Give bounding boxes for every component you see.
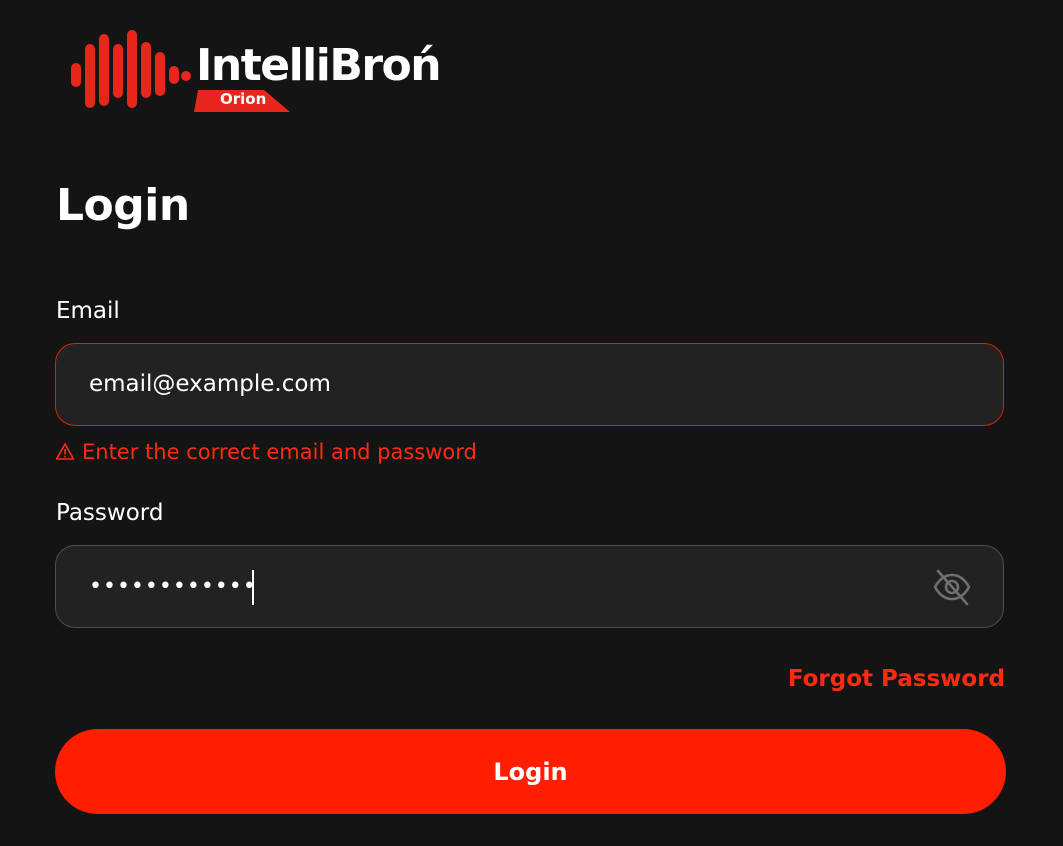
password-label: Password — [56, 500, 164, 526]
warning-triangle-icon — [55, 443, 75, 460]
eye-off-icon[interactable] — [931, 566, 973, 608]
login-page: IntelliBroń Orion Login Email email@exam… — [0, 0, 1063, 846]
error-text: Enter the correct email and password — [82, 440, 477, 464]
error-message: Enter the correct email and password — [55, 437, 477, 467]
password-value: •••••••••••• — [89, 574, 257, 599]
login-button[interactable]: Login — [55, 729, 1006, 814]
page-title: Login — [56, 180, 190, 231]
email-value: email@example.com — [89, 371, 331, 397]
brand-subtitle: Orion — [220, 90, 267, 108]
brand-name: IntelliBroń — [196, 40, 442, 91]
brand-logo: IntelliBroń Orion — [68, 28, 478, 118]
email-label: Email — [56, 298, 120, 324]
text-cursor — [252, 570, 254, 605]
forgot-password-link[interactable]: Forgot Password — [788, 663, 1005, 695]
password-field[interactable]: •••••••••••• — [55, 545, 1004, 628]
email-field[interactable]: email@example.com — [55, 343, 1004, 426]
